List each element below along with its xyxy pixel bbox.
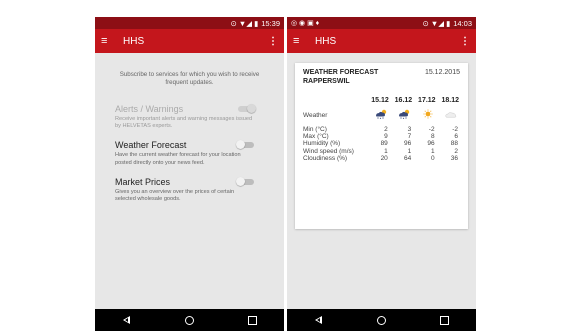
android-nav-bar	[95, 309, 284, 331]
column-date: 17.12	[418, 96, 436, 104]
hamburger-menu-icon[interactable]: ≡	[101, 35, 119, 47]
column-date: 16.12	[394, 96, 413, 104]
app-title: HHS	[123, 35, 145, 47]
table-cell: 88	[450, 140, 458, 148]
table-cell: 9	[384, 132, 388, 140]
table-header-row: 15.12 16.12 17.12 18.12	[303, 97, 460, 106]
cloud-icon	[445, 112, 457, 118]
service-description: Have the current weather forecast for yo…	[115, 152, 241, 166]
table-cell: 20	[380, 155, 388, 163]
service-weather-forecast[interactable]: Weather Forecast Have the current weathe…	[115, 140, 272, 167]
card-title: WEATHER FORECAST RAPPERSWIL	[303, 69, 378, 87]
overflow-menu-icon[interactable]: ⋮	[268, 36, 278, 47]
forecast-table: 15.12 16.12 17.12 18.12 Weather Min (°C)…	[303, 97, 460, 163]
table-cell: 1	[384, 147, 388, 155]
home-icon	[377, 315, 386, 325]
column-date: 18.12	[441, 96, 459, 104]
table-cell: 64	[403, 155, 412, 163]
table-cell: 0	[430, 155, 435, 163]
service-description: Gives you an overview over the prices of…	[115, 188, 235, 203]
table-cell: 96	[427, 140, 435, 148]
table-row: Humidity (%) 89 96 96 88	[303, 140, 460, 147]
table-cell: 2	[454, 147, 458, 155]
table-cell: 36	[450, 155, 458, 163]
header-empty	[303, 97, 366, 106]
market-toggle[interactable]	[236, 176, 254, 186]
screenshot-stage: ⊙ ▼◢ ▮ 15:39 ≡ HHS ⋮ Subscribe to servic…	[0, 0, 564, 331]
service-alerts-warnings[interactable]: Alerts / Warnings Receive important aler…	[115, 103, 272, 131]
app-bar: ≡ HHS ⋮	[287, 29, 476, 53]
back-icon	[315, 316, 322, 324]
toggle-knob	[236, 140, 245, 150]
card-header: WEATHER FORECAST RAPPERSWIL 15.12.2015	[303, 69, 460, 87]
toggle-knob	[247, 103, 256, 113]
back-button[interactable]	[309, 316, 329, 324]
back-button[interactable]	[117, 316, 137, 324]
table-row: Min (°C) 2 3 -2 -2	[303, 126, 460, 133]
status-icons: ⊙ ▼◢ ▮	[230, 18, 259, 28]
table-cell: 1	[430, 147, 435, 155]
table-cell: -2	[428, 125, 435, 133]
overflow-menu-icon[interactable]: ⋮	[460, 36, 470, 47]
weather-cell	[366, 106, 389, 126]
recents-button[interactable]	[243, 315, 263, 325]
phone-screen-subscriptions: ⊙ ▼◢ ▮ 15:39 ≡ HHS ⋮ Subscribe to servic…	[95, 17, 284, 331]
subscribe-intro-text: Subscribe to services for which you wish…	[119, 71, 260, 87]
recents-button[interactable]	[435, 315, 455, 325]
row-label: Weather	[303, 111, 328, 119]
home-icon	[185, 315, 194, 325]
card-title-line1: WEATHER FORECAST	[303, 69, 379, 76]
status-time: 15:39	[261, 18, 280, 28]
alerts-toggle[interactable]	[238, 103, 256, 113]
card-title-line2: RAPPERSWIL	[303, 77, 350, 85]
hamburger-menu-icon[interactable]: ≡	[293, 35, 311, 47]
cloud-snow-sun-icon	[399, 110, 410, 120]
weather-cell	[390, 106, 413, 126]
home-button[interactable]	[180, 315, 200, 325]
table-cell: 6	[454, 132, 458, 140]
table-cell: 8	[430, 132, 435, 140]
table-row: Cloudiness (%) 20 64 0 36	[303, 155, 460, 162]
table-cell: 2	[384, 125, 388, 133]
back-icon	[123, 316, 130, 324]
android-nav-bar	[287, 309, 476, 331]
table-row-weather: Weather	[303, 106, 460, 126]
table-cell: 7	[407, 132, 412, 140]
cloud-snow-sun-icon	[375, 110, 386, 120]
notification-icons: ◎ ◉ ▣ ♦	[291, 20, 320, 27]
status-time: 14:03	[453, 18, 472, 28]
status-bar: ◎ ◉ ▣ ♦ ⊙ ▼◢ ▮ 14:03	[287, 17, 476, 29]
phone-screen-weather: ◎ ◉ ▣ ♦ ⊙ ▼◢ ▮ 14:03 ≡ HHS ⋮ WEATHER FOR…	[287, 17, 476, 331]
row-label: Wind speed (m/s)	[303, 147, 354, 155]
table-cell: -2	[452, 125, 458, 133]
row-label: Min (°C)	[303, 125, 327, 133]
table-cell: 89	[380, 140, 388, 148]
service-market-prices[interactable]: Market Prices Gives you an overview over…	[115, 176, 272, 204]
weather-toggle[interactable]	[236, 140, 254, 150]
status-bar: ⊙ ▼◢ ▮ 15:39	[95, 17, 284, 29]
weather-cell	[437, 106, 460, 126]
row-label: Cloudiness (%)	[303, 155, 348, 163]
service-description: Receive important alerts and warning mes…	[115, 115, 253, 129]
home-button[interactable]	[372, 315, 392, 325]
row-label: Max (°C)	[303, 132, 329, 140]
table-row: Max (°C) 9 7 8 6	[303, 133, 460, 140]
recents-icon	[440, 315, 449, 325]
status-icons: ⊙ ▼◢ ▮	[422, 18, 451, 28]
toggle-knob	[236, 176, 245, 186]
weather-forecast-card[interactable]: WEATHER FORECAST RAPPERSWIL 15.12.2015 1…	[295, 63, 468, 229]
recents-icon	[248, 315, 257, 325]
table-cell: 3	[407, 125, 412, 133]
row-label: Humidity (%)	[303, 140, 341, 148]
card-date: 15.12.2015	[424, 69, 460, 76]
weather-cell	[413, 106, 436, 126]
app-bar: ≡ HHS ⋮	[95, 29, 284, 53]
table-cell: 1	[407, 147, 412, 155]
column-date: 15.12	[371, 96, 389, 104]
sun-icon	[423, 109, 433, 119]
app-title: HHS	[315, 35, 337, 47]
table-cell: 96	[403, 140, 412, 148]
table-row: Wind speed (m/s) 1 1 1 2	[303, 148, 460, 155]
